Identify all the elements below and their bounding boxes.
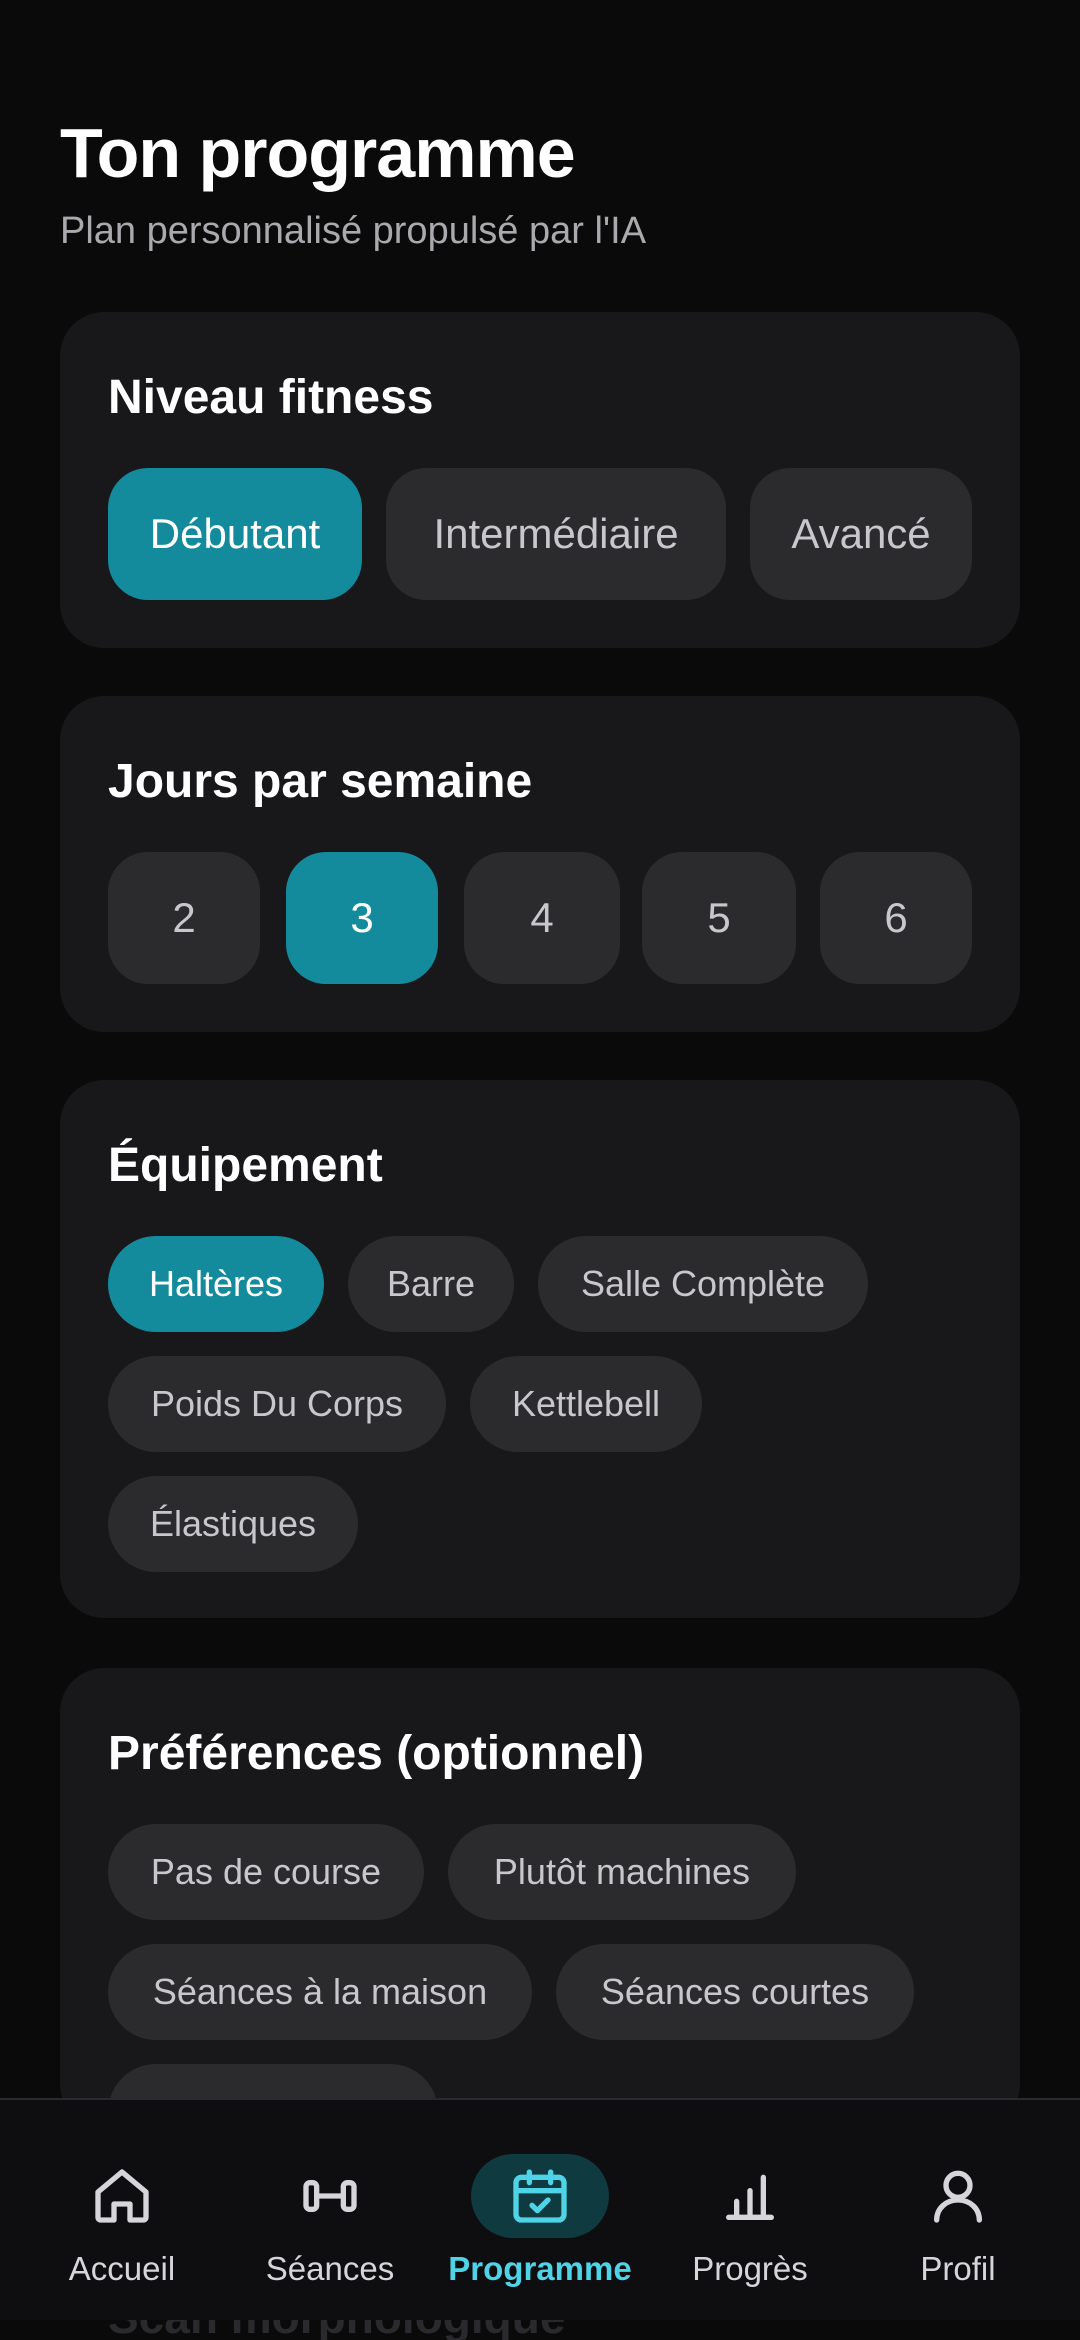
days-per-week-title: Jours par semaine xyxy=(108,755,533,808)
nav-icon-wrap-sessions xyxy=(261,2154,399,2238)
days-per-week-card: Jours par semaine 2 3 4 5 6 xyxy=(60,696,1020,1032)
equipment-title: Équipement xyxy=(108,1139,383,1192)
equipment-option-bodyweight[interactable]: Poids Du Corps xyxy=(108,1356,446,1452)
page-title: Ton programme xyxy=(60,114,576,192)
preference-machines[interactable]: Plutôt machines xyxy=(448,1824,796,1920)
equipment-option-dumbbells[interactable]: Haltères xyxy=(108,1236,324,1332)
nav-label-profile: Profil xyxy=(920,2250,996,2287)
nav-item-sessions[interactable]: Séances xyxy=(222,2100,438,2322)
preferences-title: Préférences (optionnel) xyxy=(108,1727,645,1780)
bottom-nav: Accueil Séances Programme Progrès Profil xyxy=(0,2098,1080,2320)
home-icon xyxy=(95,2169,149,2223)
days-option-6[interactable]: 6 xyxy=(820,852,972,984)
preference-no-running[interactable]: Pas de course xyxy=(108,1824,424,1920)
nav-item-home[interactable]: Accueil xyxy=(14,2100,230,2322)
nav-icon-wrap-profile xyxy=(889,2154,1027,2238)
calendar-check-icon xyxy=(513,2169,567,2223)
fitness-level-title: Niveau fitness xyxy=(108,371,434,424)
nav-item-program[interactable]: Programme xyxy=(432,2100,648,2322)
equipment-option-kettlebell[interactable]: Kettlebell xyxy=(470,1356,702,1452)
equipment-option-barbell[interactable]: Barre xyxy=(348,1236,514,1332)
fitness-option-advanced[interactable]: Avancé xyxy=(750,468,972,600)
nav-icon-wrap-progress xyxy=(681,2154,819,2238)
nav-label-program: Programme xyxy=(448,2250,632,2287)
nav-label-home: Accueil xyxy=(68,2250,176,2287)
dumbbell-icon xyxy=(303,2180,357,2212)
equipment-option-bands[interactable]: Élastiques xyxy=(108,1476,358,1572)
fitness-option-intermediate[interactable]: Intermédiaire xyxy=(386,468,726,600)
days-option-2[interactable]: 2 xyxy=(108,852,260,984)
fitness-level-card: Niveau fitness Débutant Intermédiaire Av… xyxy=(60,312,1020,648)
program-screen: Ton programme Plan personnalisé propulsé… xyxy=(0,0,1080,2340)
nav-icon-wrap-program xyxy=(471,2154,609,2238)
equipment-card: Équipement Haltères Barre Salle Complète… xyxy=(60,1080,1020,1618)
preferences-card: Préférences (optionnel) Pas de course Pl… xyxy=(60,1668,1020,2160)
nav-item-profile[interactable]: Profil xyxy=(850,2100,1066,2322)
preference-short-sessions[interactable]: Séances courtes xyxy=(556,1944,914,2040)
days-option-3[interactable]: 3 xyxy=(286,852,438,984)
bar-chart-icon xyxy=(726,2174,774,2220)
equipment-option-full-gym[interactable]: Salle Complète xyxy=(538,1236,868,1332)
nav-item-progress[interactable]: Progrès xyxy=(642,2100,858,2322)
nav-icon-wrap-home xyxy=(53,2154,191,2238)
nav-label-progress: Progrès xyxy=(692,2250,808,2287)
nav-label-sessions: Séances xyxy=(265,2250,395,2287)
fitness-option-beginner[interactable]: Débutant xyxy=(108,468,362,600)
user-icon xyxy=(934,2170,982,2223)
header: Ton programme Plan personnalisé propulsé… xyxy=(60,118,646,250)
days-option-5[interactable]: 5 xyxy=(642,852,796,984)
page-subtitle: Plan personnalisé propulsé par l'IA xyxy=(60,210,647,252)
days-option-4[interactable]: 4 xyxy=(464,852,620,984)
preference-home-sessions[interactable]: Séances à la maison xyxy=(108,1944,532,2040)
